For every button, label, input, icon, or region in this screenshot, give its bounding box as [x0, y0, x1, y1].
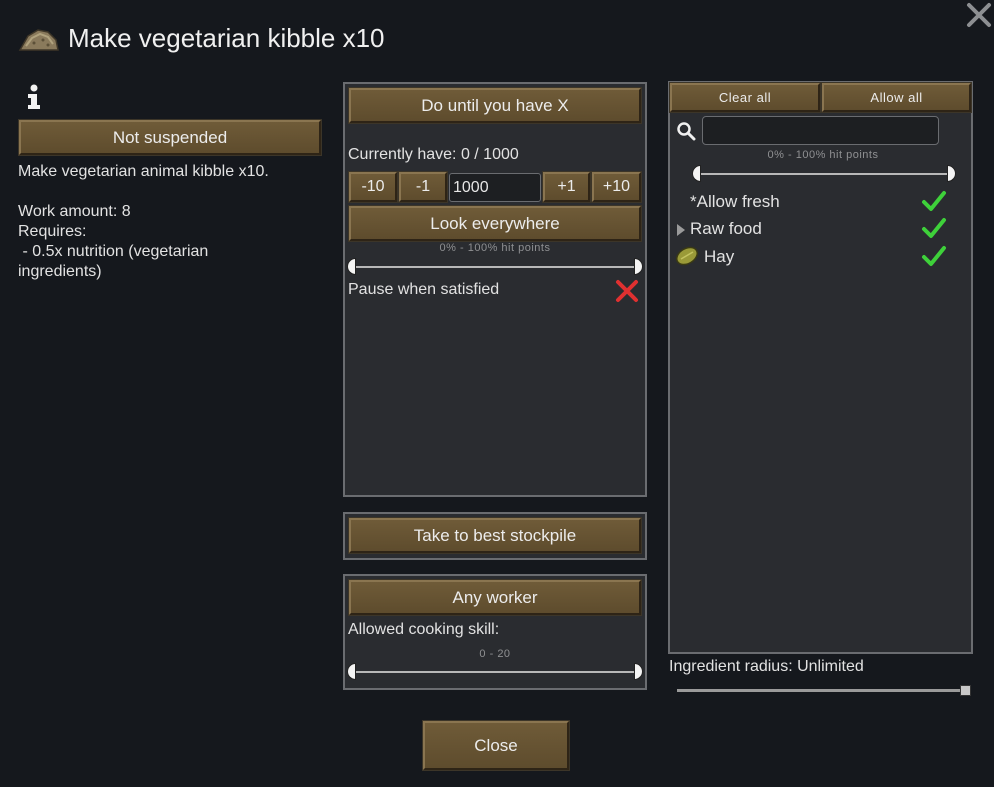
clear-all-button[interactable]: Clear all: [669, 82, 821, 113]
look-everywhere-button[interactable]: Look everywhere: [348, 205, 642, 242]
close-icon[interactable]: [966, 2, 992, 28]
check-icon[interactable]: [921, 216, 947, 240]
store-mode-button[interactable]: Take to best stockpile: [348, 517, 642, 554]
filter-item-hay[interactable]: Hay: [704, 247, 734, 267]
check-icon[interactable]: [921, 244, 947, 268]
info-icon[interactable]: [26, 84, 42, 110]
search-input[interactable]: [702, 116, 939, 145]
skill-range-slider[interactable]: [347, 662, 643, 681]
filter-item-raw-food[interactable]: Raw food: [690, 219, 762, 239]
filter-hitpoints-range-label: 0% - 100% hit points: [767, 149, 879, 161]
target-count-input[interactable]: [449, 173, 541, 202]
close-button[interactable]: Close: [422, 720, 570, 771]
suspend-button[interactable]: Not suspended: [18, 119, 322, 156]
repeat-mode-button[interactable]: Do until you have X: [348, 87, 642, 124]
slider-handle-min[interactable]: [692, 165, 701, 182]
plus-10-button[interactable]: +10: [591, 171, 642, 203]
requirement-line-cont: ingredients): [18, 263, 102, 280]
minus-1-button[interactable]: -1: [398, 171, 448, 203]
hitpoints-range-label: 0% - 100% hit points: [439, 242, 551, 254]
slider-handle-max[interactable]: [634, 258, 643, 275]
allow-all-button[interactable]: Allow all: [821, 82, 972, 113]
recipe-description: Make vegetarian animal kibble x10.: [18, 163, 269, 180]
slider-track: [701, 173, 947, 175]
check-icon[interactable]: [921, 189, 947, 213]
ingredient-radius-label: Ingredient radius: Unlimited: [669, 658, 864, 675]
filter-item-allow-fresh[interactable]: *Allow fresh: [690, 192, 780, 212]
work-amount: Work amount: 8: [18, 203, 131, 220]
dialog-title: Make vegetarian kibble x10: [68, 23, 385, 53]
plus-1-button[interactable]: +1: [542, 171, 591, 203]
minus-10-button[interactable]: -10: [348, 171, 398, 203]
slider-handle-min[interactable]: [347, 663, 356, 680]
slider-handle-max[interactable]: [634, 663, 643, 680]
slider-track: [356, 266, 634, 268]
cooking-skill-label: Allowed cooking skill:: [348, 621, 500, 638]
filter-hitpoints-slider[interactable]: [692, 164, 956, 183]
hitpoints-range-slider[interactable]: [347, 257, 643, 276]
pause-when-satisfied-label: Pause when satisfied: [348, 281, 500, 298]
expand-arrow-icon[interactable]: [676, 223, 686, 236]
slider-handle-min[interactable]: [347, 258, 356, 275]
slider-handle-max[interactable]: [947, 165, 956, 182]
cross-icon[interactable]: [614, 279, 640, 303]
worker-button[interactable]: Any worker: [348, 579, 642, 616]
currently-have-label: Currently have: 0 / 1000: [348, 146, 519, 163]
kibble-icon: [18, 26, 60, 54]
search-icon: [676, 121, 696, 141]
slider-track: [677, 689, 964, 692]
ingredient-radius-slider[interactable]: [677, 684, 972, 698]
requires-label: Requires:: [18, 223, 87, 240]
requirement-line: - 0.5x nutrition (vegetarian: [18, 243, 209, 260]
hay-icon: [674, 244, 700, 268]
slider-handle[interactable]: [960, 685, 971, 696]
slider-track: [356, 671, 634, 673]
skill-range-label: 0 - 20: [479, 648, 511, 660]
